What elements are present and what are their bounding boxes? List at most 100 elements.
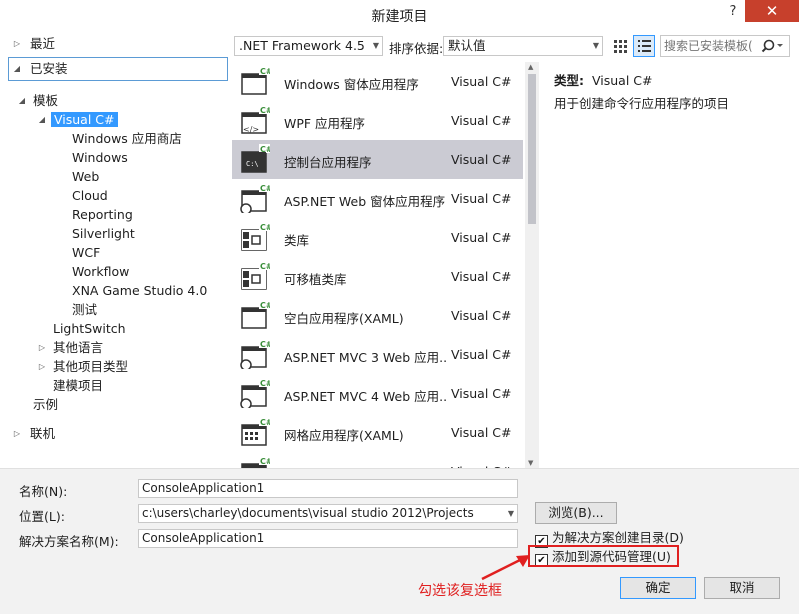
template-language: Visual C# <box>451 425 512 440</box>
svg-text:C:\: C:\ <box>246 160 259 168</box>
template-row[interactable]: C# ASP.NET MVC 3 Web 应用...Visual C# <box>232 335 523 374</box>
tree-item-other-languages[interactable]: ▷ 其他语言 <box>8 338 103 357</box>
template-name: 控制台应用程序 <box>284 155 372 170</box>
tree-item-web[interactable]: Web <box>72 167 99 186</box>
tree-item-cloud[interactable]: Cloud <box>72 186 108 205</box>
list-view-button[interactable] <box>633 35 655 57</box>
search-input[interactable] <box>664 38 760 54</box>
template-row[interactable]: C# 网格应用程序(XAML) Visual C# <box>232 413 523 452</box>
template-name: 可移植类库 <box>284 272 347 287</box>
grid-app-icon: C# <box>241 417 270 446</box>
framework-select[interactable]: .NET Framework 4.5 ▼ <box>234 36 383 56</box>
template-name: 网格应用程序(XAML) <box>284 428 404 443</box>
template-row[interactable]: C# ASP.NET MVC 4 Web 应用...Visual C# <box>232 374 523 413</box>
expand-arrow-icon[interactable]: ▷ <box>37 357 47 376</box>
template-name: 空白应用程序(XAML) <box>284 311 404 326</box>
tree-item-workflow[interactable]: Workflow <box>72 262 129 281</box>
tree-item-lightswitch[interactable]: LightSwitch <box>53 319 126 338</box>
aspnet-web-icon: C# <box>240 183 270 213</box>
template-list: C# Windows 窗体应用程序 Visual C# C# </> WPF 应用程序 Vi… <box>232 62 523 468</box>
tree-item-windows[interactable]: Windows <box>72 148 128 167</box>
template-list-scrollbar[interactable]: ▲ ▼ <box>525 62 539 468</box>
expand-arrow-icon[interactable]: ▷ <box>37 338 47 357</box>
location-input[interactable]: c:\users\charley\documents\visual studio… <box>138 504 518 523</box>
portable-library-icon: C# <box>241 261 270 290</box>
wpf-app-icon: C# </> <box>241 105 270 134</box>
tree-item-wcf[interactable]: WCF <box>72 243 100 262</box>
ok-button[interactable]: 确定 <box>620 577 696 599</box>
console-app-icon: C#C:\ <box>241 144 270 173</box>
tree-item-test[interactable]: 测试 <box>72 300 97 319</box>
title-bar: 新建项目 ? ✕ <box>0 0 799 30</box>
svg-text:C#: C# <box>260 379 270 388</box>
template-row[interactable]: C#C:\ 控制台应用程序 Visual C# <box>232 140 523 179</box>
tree-item-templates[interactable]: ◢ 模板 <box>8 91 58 110</box>
template-row[interactable]: C# </> WPF 应用程序 Visual C# <box>232 101 523 140</box>
help-button[interactable]: ? <box>722 4 744 24</box>
template-language: Visual C# <box>451 113 512 128</box>
tree-item-modeling-projects[interactable]: 建模项目 <box>53 376 103 395</box>
svg-text:C#: C# <box>260 67 270 76</box>
cancel-button[interactable]: 取消 <box>704 577 780 599</box>
scroll-up-icon[interactable]: ▲ <box>528 63 533 71</box>
template-language: Visual C# <box>451 347 512 362</box>
solution-name-input[interactable]: ConsoleApplication1 <box>138 529 518 548</box>
tree-item-other-project-types[interactable]: ▷ 其他项目类型 <box>8 357 128 376</box>
name-label: 名称(N): <box>19 484 68 499</box>
svg-text:C#: C# <box>260 106 270 115</box>
window-title: 新建项目 <box>371 9 428 25</box>
template-language: Visual C# <box>451 191 512 206</box>
grid-view-button[interactable] <box>610 36 630 56</box>
browse-button[interactable]: 浏览(B)... <box>535 502 617 524</box>
project-settings-form: 名称(N): ConsoleApplication1 位置(L): c:\use… <box>0 468 799 614</box>
class-library-icon: C# <box>241 222 270 251</box>
chevron-down-icon: ▼ <box>592 41 599 50</box>
template-row[interactable]: C# 空白应用程序(XAML) Visual C# <box>232 296 523 335</box>
tree-item-online[interactable]: ▷ 联机 <box>8 424 55 443</box>
tree-item-reporting[interactable]: Reporting <box>72 205 133 224</box>
template-name: Windows 窗体应用程序 <box>284 77 419 92</box>
project-name-input[interactable]: ConsoleApplication1 <box>138 479 518 498</box>
template-name: 类库 <box>284 233 310 248</box>
chevron-down-icon[interactable]: ▼ <box>508 505 514 522</box>
expand-arrow-icon[interactable]: ▷ <box>12 424 22 443</box>
template-row[interactable]: C# 可移植类库 Visual C# <box>232 257 523 296</box>
list-view-icon <box>638 40 651 52</box>
sort-label: 排序依据: <box>389 41 444 56</box>
svg-text:C#: C# <box>260 184 270 193</box>
grid-view-icon <box>614 40 627 53</box>
create-directory-checkbox[interactable]: ✔ 为解决方案创建目录(D) <box>535 530 684 548</box>
template-row[interactable]: C# 类库 Visual C# <box>232 218 523 257</box>
tree-item-installed[interactable]: ◢ 已安装 <box>8 57 228 81</box>
template-language: Visual C# <box>451 230 512 245</box>
scroll-down-icon[interactable]: ▼ <box>528 459 533 467</box>
tree-item-xna[interactable]: XNA Game Studio 4.0 <box>72 281 207 300</box>
tree-item-samples[interactable]: 示例 <box>33 395 58 414</box>
svg-text:C#: C# <box>260 457 270 466</box>
template-language: Visual C# <box>451 74 512 89</box>
template-row[interactable]: C# Windows 窗体应用程序 Visual C# <box>232 62 523 101</box>
tree-item-windows-store[interactable]: Windows 应用商店 <box>72 129 182 148</box>
template-row[interactable]: C#Silverlight 应用程序Visual C# <box>232 452 523 468</box>
svg-text:C#: C# <box>260 301 270 310</box>
close-button[interactable]: ✕ <box>745 0 799 22</box>
search-box[interactable] <box>660 35 790 57</box>
solution-name-label: 解决方案名称(M): <box>19 534 119 549</box>
collapse-arrow-icon[interactable]: ◢ <box>37 110 47 129</box>
tree-item-visual-csharp[interactable]: ◢ Visual C# <box>8 110 118 129</box>
template-language: Visual C# <box>451 308 512 323</box>
template-name: ASP.NET Web 窗体应用程序 <box>284 194 446 209</box>
blank-app-icon: C# <box>241 300 270 329</box>
template-row[interactable]: C# ASP.NET Web 窗体应用程序 Visual C# <box>232 179 523 218</box>
tree-item-recent[interactable]: ▷ 最近 <box>8 34 55 53</box>
search-icon[interactable] <box>761 38 785 54</box>
template-language: Visual C# <box>451 152 512 167</box>
collapse-arrow-icon[interactable]: ◢ <box>17 91 27 110</box>
sort-select[interactable]: 默认值 ▼ <box>443 36 603 56</box>
tree-item-silverlight[interactable]: Silverlight <box>72 224 135 243</box>
expand-arrow-icon[interactable]: ▷ <box>12 34 22 53</box>
scroll-thumb[interactable] <box>528 74 536 224</box>
annotation-text: 勾选该复选框 <box>418 583 502 599</box>
collapse-arrow-icon[interactable]: ◢ <box>12 58 22 80</box>
template-name: WPF 应用程序 <box>284 116 366 131</box>
